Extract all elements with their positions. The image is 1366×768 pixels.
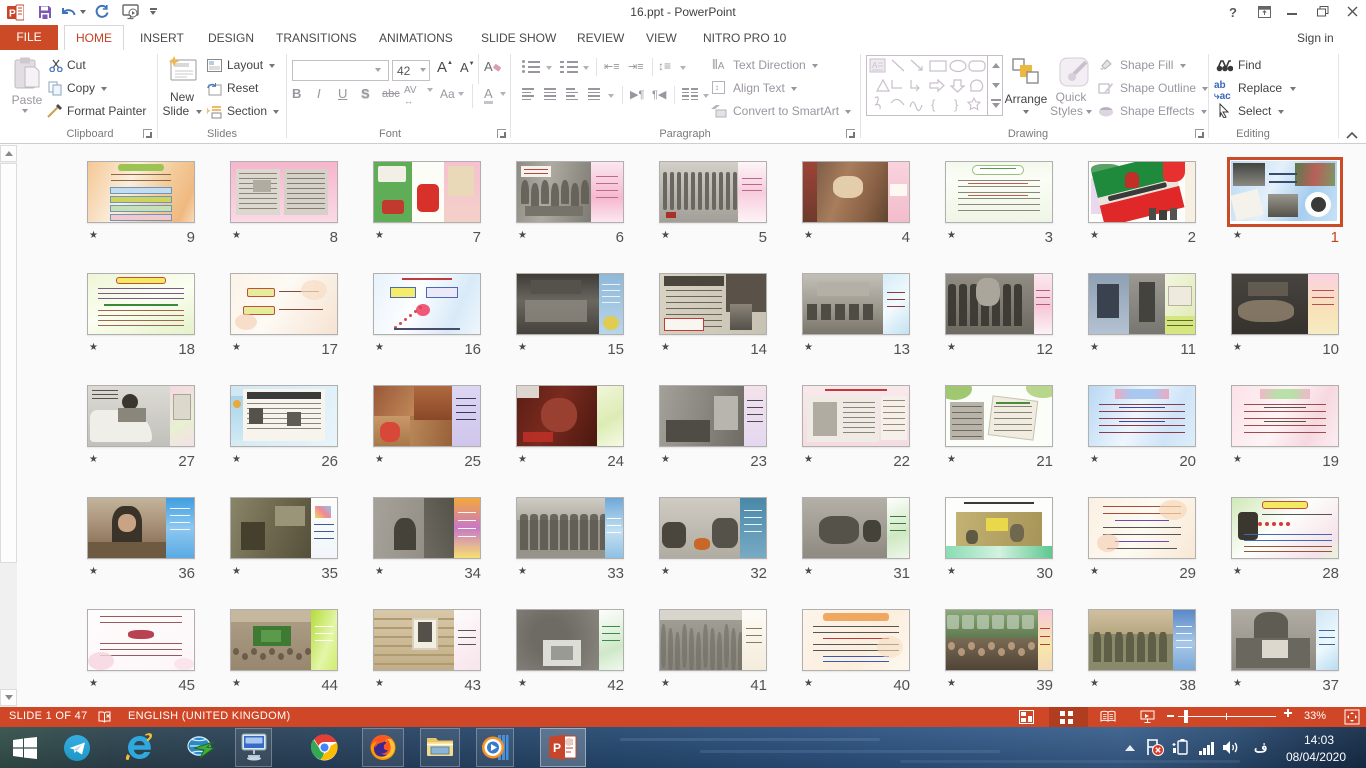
svg-text:P: P xyxy=(553,741,561,755)
svg-text:A: A xyxy=(872,61,878,70)
svg-text:}: } xyxy=(954,97,959,112)
svg-text:A: A xyxy=(484,59,493,74)
svg-text:{: { xyxy=(931,97,936,112)
